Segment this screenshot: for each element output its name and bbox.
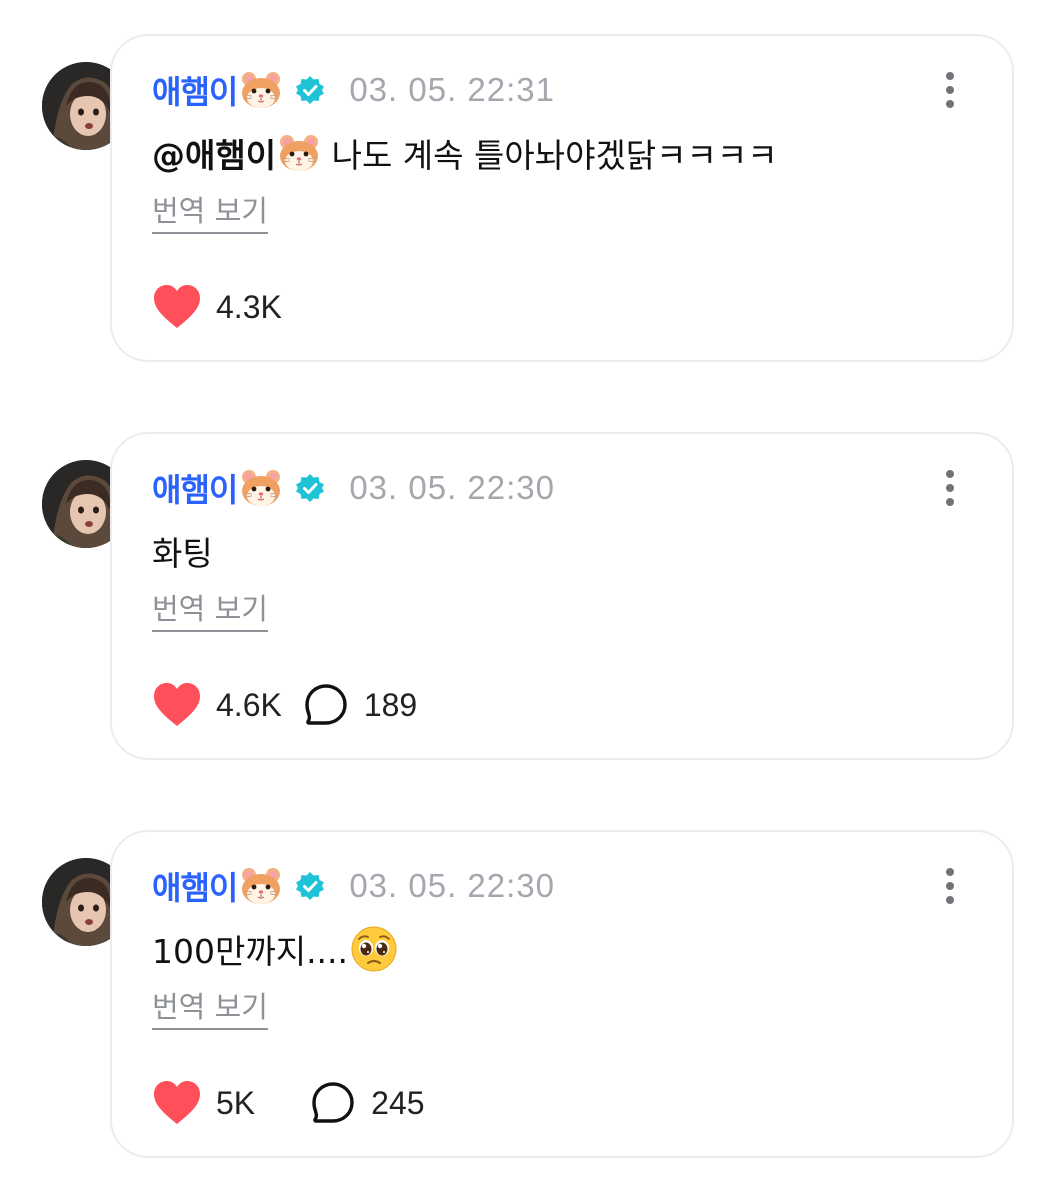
author-name[interactable]: 애햄이 — [152, 67, 238, 113]
pleading-face-icon — [351, 926, 397, 972]
comment-count: 245 — [371, 1084, 425, 1121]
verified-badge-icon — [296, 872, 325, 900]
author-name[interactable]: 애햄이 — [152, 863, 238, 909]
comment-card: 애햄이 03. 05. 22:31 @애햄이 나도 계속 틀아놔야겠닭ㅋㅋㅋㅋ … — [110, 34, 1014, 362]
mention-link[interactable]: @애햄이 — [152, 129, 276, 177]
more-options-icon[interactable] — [944, 72, 956, 108]
comment-bubble-icon[interactable] — [311, 1081, 355, 1125]
comment-text: 100만까지.... — [152, 924, 398, 974]
comment-header: 애햄이 03. 05. 22:31 — [152, 68, 555, 112]
timestamp: 03. 05. 22:30 — [349, 469, 555, 506]
stats-row: 5K 245 — [152, 1078, 425, 1128]
translate-link[interactable]: 번역 보기 — [152, 194, 268, 234]
timestamp: 03. 05. 22:30 — [349, 867, 555, 904]
comment-card: 애햄이 03. 05. 22:30 — [110, 830, 1014, 1158]
timestamp: 03. 05. 22:31 — [349, 71, 555, 108]
hamster-icon — [242, 470, 281, 506]
like-count: 5K — [216, 1084, 256, 1121]
comment-text: 화팅 — [152, 526, 213, 576]
comment-header: 애햄이 03. 05. 22:30 — [152, 466, 555, 510]
stats-row: 4.3K — [152, 282, 282, 332]
comment-post: 애햄이 03. 05. 22:30 — [0, 828, 1061, 1168]
verified-badge-icon — [296, 474, 325, 502]
translate-link[interactable]: 번역 보기 — [152, 990, 268, 1030]
verified-badge-icon — [296, 76, 325, 104]
stats-row: 4.6K 189 — [152, 680, 417, 730]
comment-count: 189 — [363, 686, 418, 723]
comment-body: 나도 계속 틀아놔야겠닭ㅋㅋㅋㅋ — [321, 136, 778, 175]
hamster-icon — [280, 135, 319, 171]
hamster-icon — [242, 72, 281, 108]
more-options-icon[interactable] — [944, 470, 956, 506]
comment-post: 애햄이 03. 05. 22:31 @애햄이 나도 계속 틀아놔야겠닭ㅋㅋㅋㅋ … — [0, 32, 1061, 372]
more-options-icon[interactable] — [944, 868, 956, 904]
comment-card: 애햄이 03. 05. 22:30 — [110, 432, 1014, 760]
heart-icon[interactable] — [152, 1080, 202, 1126]
comment-body: 100만까지.... — [152, 932, 349, 971]
comment-header: 애햄이 03. 05. 22:30 — [152, 864, 555, 908]
heart-icon[interactable] — [152, 284, 202, 330]
comment-body: 화팅 — [152, 534, 213, 573]
comment-text: @애햄이 나도 계속 틀아놔야겠닭ㅋㅋㅋㅋ — [152, 128, 778, 178]
author-name[interactable]: 애햄이 — [152, 465, 238, 511]
heart-icon[interactable] — [152, 682, 202, 728]
comment-post: 애햄이 03. 05. 22:30 — [0, 430, 1061, 770]
hamster-icon — [242, 868, 281, 904]
like-count: 4.3K — [216, 288, 282, 325]
like-count: 4.6K — [216, 686, 282, 723]
comment-bubble-icon[interactable] — [304, 683, 348, 727]
translate-link[interactable]: 번역 보기 — [152, 592, 268, 632]
